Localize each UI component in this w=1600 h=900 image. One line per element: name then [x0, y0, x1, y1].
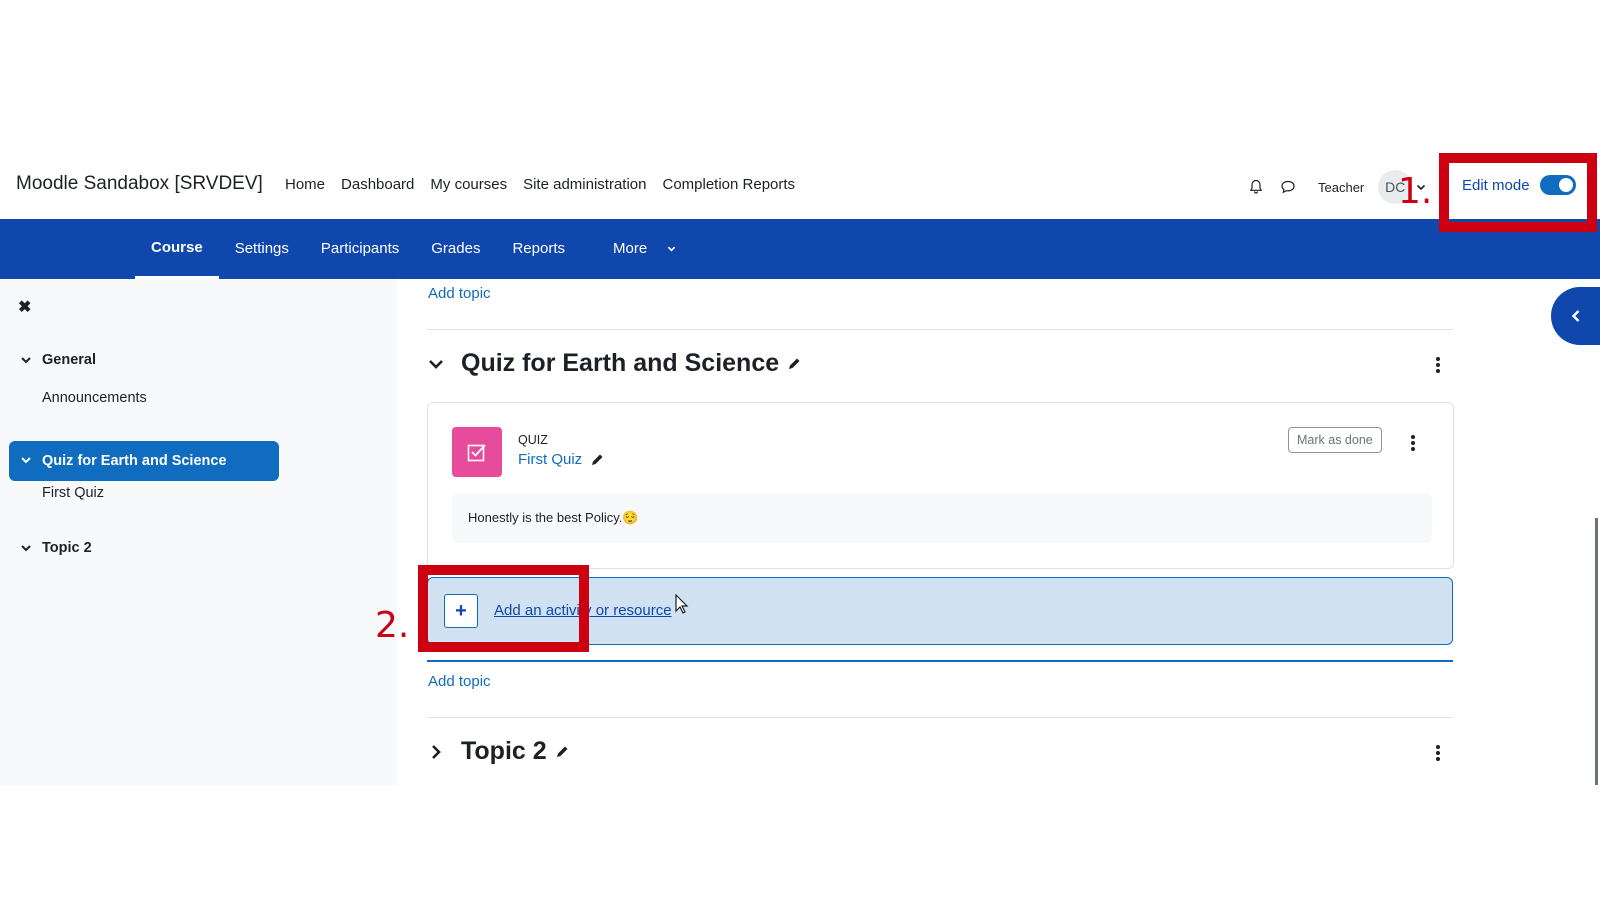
activity-description: Honestly is the best Policy.😌 — [452, 493, 1432, 543]
close-drawer-icon[interactable]: ✖ — [18, 297, 31, 317]
top-navbar: Moodle Sandabox [SRVDEV] Home Dashboard … — [0, 155, 1600, 220]
quiz-checkbox-icon — [452, 427, 502, 477]
activity-name: First Quiz — [518, 451, 604, 468]
activity-link-first-quiz[interactable]: First Quiz — [518, 451, 582, 468]
activity-type-label: QUIZ — [518, 433, 548, 447]
moodle-course-page: Moodle Sandabox [SRVDEV] Home Dashboard … — [0, 0, 1600, 900]
course-index-drawer: ✖ General Announcements Quiz for Earth a… — [0, 279, 285, 785]
drawer-section-label: Quiz for Earth and Science — [42, 453, 227, 469]
tab-more-label: More — [613, 240, 648, 257]
tab-more[interactable]: More — [581, 219, 692, 279]
section-header-topic-2: Topic 2 — [427, 737, 569, 766]
section-title: Quiz for Earth and Science — [461, 349, 780, 377]
user-role-label: Teacher — [1318, 179, 1365, 195]
chevron-down-icon[interactable] — [20, 354, 32, 366]
chevron-down-icon[interactable] — [20, 542, 32, 554]
annotation-number-step-2: 2. — [375, 605, 410, 646]
course-nav-items: Course Settings Participants Grades Repo… — [135, 219, 692, 279]
activity-actions-menu-icon[interactable] — [1409, 435, 1417, 451]
messages-bubble-icon[interactable] — [1272, 171, 1304, 203]
mouse-pointer-icon — [675, 594, 689, 614]
expand-chevron-right-icon[interactable] — [427, 743, 445, 761]
insert-position-line — [427, 660, 1453, 662]
nav-link-site-administration[interactable]: Site administration — [523, 176, 646, 193]
chevron-left-icon — [1571, 310, 1579, 322]
annotation-number-step-1: 1. — [1398, 171, 1433, 212]
edit-pencil-icon[interactable] — [590, 453, 604, 467]
course-secondary-nav: Course Settings Participants Grades Repo… — [0, 219, 1600, 279]
open-block-drawer-button[interactable] — [1551, 287, 1600, 345]
section-actions-menu-icon[interactable] — [1434, 745, 1442, 761]
add-topic-link[interactable]: Add topic — [428, 285, 491, 302]
section-header-quiz-earth-science: Quiz for Earth and Science — [427, 349, 801, 378]
annotation-box-step-2 — [418, 565, 589, 652]
annotation-box-step-1 — [1439, 153, 1597, 232]
edit-pencil-icon[interactable] — [555, 745, 569, 759]
edit-pencil-icon[interactable] — [787, 357, 801, 371]
drawer-section-label: General — [42, 352, 96, 368]
page-scrollbar[interactable] — [1595, 518, 1598, 785]
nav-link-completion-reports[interactable]: Completion Reports — [663, 176, 796, 193]
drawer-item-first-quiz[interactable]: First Quiz — [42, 485, 104, 501]
nav-link-dashboard[interactable]: Dashboard — [341, 176, 414, 193]
section-divider — [427, 717, 1453, 718]
nav-link-my-courses[interactable]: My courses — [430, 176, 507, 193]
drawer-section-quiz-earth-science[interactable]: Quiz for Earth and Science — [9, 441, 279, 481]
notifications-bell-icon[interactable] — [1240, 171, 1272, 203]
add-topic-link[interactable]: Add topic — [428, 673, 491, 690]
section-title: Topic 2 — [461, 737, 547, 765]
tab-grades[interactable]: Grades — [415, 219, 496, 279]
activity-card-first-quiz: QUIZ First Quiz Mark as done Honestly is… — [427, 402, 1454, 569]
drawer-item-announcements[interactable]: Announcements — [42, 390, 147, 406]
section-actions-menu-icon[interactable] — [1434, 357, 1442, 373]
tab-reports[interactable]: Reports — [496, 219, 581, 279]
primary-navigation: Home Dashboard My courses Site administr… — [285, 176, 795, 193]
collapse-chevron-down-icon[interactable] — [427, 355, 445, 373]
tab-participants[interactable]: Participants — [305, 219, 415, 279]
drawer-section-label: Topic 2 — [42, 540, 92, 556]
mark-as-done-button[interactable]: Mark as done — [1288, 427, 1382, 453]
chevron-down-icon[interactable] — [20, 454, 32, 466]
tab-course[interactable]: Course — [135, 219, 219, 279]
activity-description-text: Honestly is the best Policy.😌 — [468, 510, 639, 525]
more-chevron-down-icon — [668, 246, 676, 252]
nav-link-home[interactable]: Home — [285, 176, 325, 193]
site-brand[interactable]: Moodle Sandabox [SRVDEV] — [16, 173, 263, 195]
section-divider — [427, 329, 1453, 330]
tab-settings[interactable]: Settings — [219, 219, 305, 279]
